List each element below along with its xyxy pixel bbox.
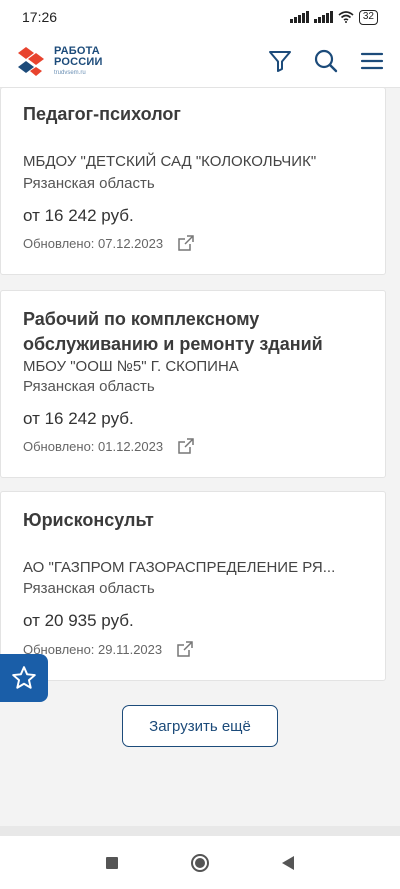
logo-line-1: РАБОТА (54, 44, 100, 57)
vacancy-org: МБДОУ "ДЕТСКИЙ САД "КОЛОКОЛЬЧИК" (23, 153, 317, 170)
load-more-button[interactable]: Загрузить ещё (122, 705, 278, 747)
logo-sub: trudvsem.ru (54, 69, 86, 76)
logo-icon (18, 46, 44, 76)
vacancy-title[interactable]: Юрисконсульт (23, 508, 154, 533)
vacancy-region: Рязанская область (23, 378, 155, 395)
vacancy-title[interactable]: Рабочий по комплексному обслуживанию и р… (23, 307, 323, 357)
system-nav-bar (0, 836, 400, 889)
external-link-icon[interactable] (176, 640, 194, 658)
menu-icon[interactable] (360, 50, 384, 72)
status-bar: 17:26 32 (0, 0, 400, 34)
filter-icon[interactable] (268, 49, 292, 73)
vacancy-card[interactable]: Рабочий по комплексному обслуживанию и р… (0, 290, 386, 478)
vacancy-title-line: Рабочий по комплексному (23, 309, 260, 329)
vacancy-org: АО "ГАЗПРОМ ГАЗОРАСПРЕДЕЛЕНИЕ РЯ... (23, 559, 336, 576)
recents-icon[interactable] (105, 856, 119, 870)
external-link-icon[interactable] (177, 437, 195, 455)
vacancy-region: Рязанская область (23, 580, 155, 597)
search-icon[interactable] (314, 49, 338, 73)
vacancy-region: Рязанская область (23, 175, 155, 192)
app-header: РАБОТА РОССИИ trudvsem.ru (0, 34, 400, 88)
vacancy-updated: Обновлено: 01.12.2023 (23, 438, 164, 454)
wifi-icon (338, 11, 354, 23)
star-icon (12, 666, 36, 689)
vacancy-card[interactable]: Педагог-психолог МБДОУ "ДЕТСКИЙ САД "КОЛ… (0, 87, 386, 275)
signal-icon-2 (313, 11, 333, 23)
battery-indicator: 32 (358, 9, 378, 25)
favorites-button[interactable] (0, 654, 48, 702)
logo[interactable]: РАБОТА РОССИИ trudvsem.ru (16, 45, 103, 77)
external-link-icon[interactable] (177, 234, 195, 252)
logo-line-2: РОССИИ (54, 55, 103, 68)
vacancy-card[interactable]: Юрисконсульт АО "ГАЗПРОМ ГАЗОРАСПРЕДЕЛЕН… (0, 491, 386, 681)
vacancy-org: МБОУ "ООШ №5" Г. СКОПИНА (23, 358, 239, 375)
vacancy-salary: от 16 242 руб. (23, 409, 134, 428)
back-icon[interactable] (281, 855, 295, 871)
status-time: 17:26 (22, 9, 58, 25)
vacancy-salary: от 16 242 руб. (23, 206, 134, 225)
vacancy-salary: от 20 935 руб. (23, 611, 134, 630)
vacancy-title[interactable]: Педагог-психолог (23, 102, 181, 127)
page-footer-divider (0, 826, 400, 836)
home-icon[interactable] (190, 853, 210, 873)
vacancy-updated: Обновлено: 07.12.2023 (23, 235, 164, 251)
vacancy-title-line: обслуживанию и ремонту зданий (23, 334, 323, 354)
signal-icon (289, 11, 309, 23)
